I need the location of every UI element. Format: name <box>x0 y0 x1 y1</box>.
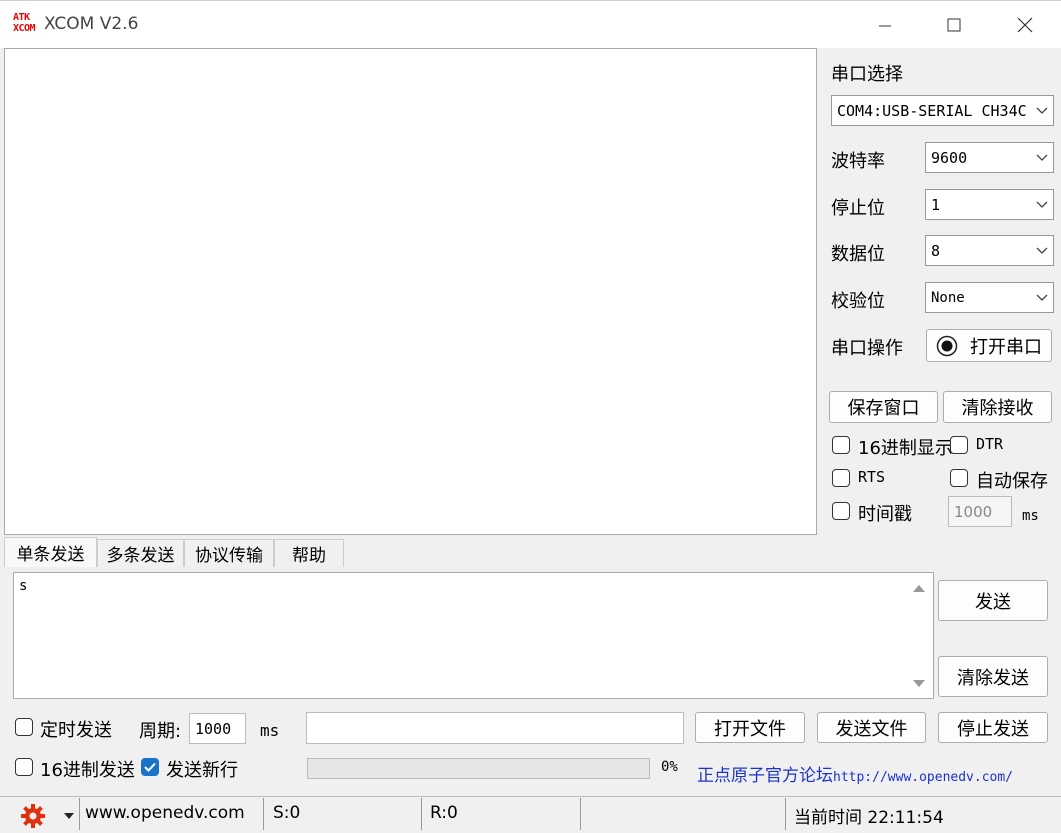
tab-single-send[interactable]: 单条发送 <box>4 537 97 567</box>
send-button[interactable]: 发送 <box>938 580 1048 621</box>
window-title: XCOM V2.6 <box>44 14 139 34</box>
baud-select[interactable]: 9600 <box>925 142 1054 173</box>
chevron-down-icon <box>1031 143 1053 172</box>
status-sent-count: S:0 <box>273 803 301 823</box>
port-select-label: 串口选择 <box>831 64 903 85</box>
rts-checkbox[interactable] <box>832 469 850 487</box>
timestamp-checkbox[interactable] <box>832 502 850 520</box>
timed-send-label: 定时发送 <box>40 720 112 741</box>
tab-multi-send[interactable]: 多条发送 <box>97 539 184 567</box>
baud-label: 波特率 <box>831 151 885 172</box>
receive-area[interactable] <box>4 48 817 535</box>
forum-link-url: http://www.openedv.com/ <box>833 770 1014 785</box>
scroll-up-icon[interactable] <box>912 583 926 593</box>
chevron-down-icon <box>1031 283 1053 312</box>
send-newline-label: 发送新行 <box>166 760 238 781</box>
close-icon <box>1017 17 1033 33</box>
stop-bits-label: 停止位 <box>831 198 885 219</box>
file-path-input[interactable] <box>306 712 684 744</box>
dtr-checkbox[interactable] <box>950 436 968 454</box>
open-file-button[interactable]: 打开文件 <box>695 712 805 743</box>
status-received-count: R:0 <box>430 803 458 823</box>
minimize-icon <box>879 25 891 27</box>
period-input[interactable]: 1000 <box>189 713 246 744</box>
caret-down-icon[interactable] <box>64 813 74 819</box>
data-bits-value: 8 <box>931 241 941 260</box>
data-bits-select[interactable]: 8 <box>925 235 1054 266</box>
hex-display-label: 16进制显示 <box>858 438 953 459</box>
status-current-time: 当前时间 22:11:54 <box>794 808 944 828</box>
forum-link-text: 正点原子官方论坛 <box>697 766 833 786</box>
clear-send-button[interactable]: 清除发送 <box>938 656 1048 697</box>
logo-line2: XCOM <box>13 23 36 34</box>
chevron-down-icon <box>1031 236 1053 265</box>
minimize-button[interactable] <box>862 1 908 49</box>
hex-display-checkbox[interactable] <box>832 436 850 454</box>
gear-icon <box>21 804 45 828</box>
auto-save-label: 自动保存 <box>976 471 1048 492</box>
save-window-button[interactable]: 保存窗口 <box>829 391 938 423</box>
hex-send-label: 16进制发送 <box>40 760 135 781</box>
period-unit: ms <box>260 721 280 740</box>
timestamp-label: 时间戳 <box>858 504 912 525</box>
tab-protocol[interactable]: 协议传输 <box>184 539 274 567</box>
status-divider <box>580 798 581 830</box>
status-divider <box>79 798 80 830</box>
title-bar: ATK XCOM XCOM V2.6 <box>0 0 1061 48</box>
send-text: s <box>19 578 28 594</box>
forum-link[interactable]: 正点原子官方论坛http://www.openedv.com/ <box>697 761 1013 786</box>
clear-receive-button[interactable]: 清除接收 <box>943 391 1052 423</box>
port-select[interactable]: COM4:USB-SERIAL CH34C <box>831 95 1054 126</box>
checkmark-icon <box>144 762 156 772</box>
send-file-button[interactable]: 发送文件 <box>817 712 926 743</box>
maximize-button[interactable] <box>931 1 977 49</box>
timestamp-interval-input[interactable]: 1000 <box>948 496 1012 527</box>
app-logo: ATK XCOM <box>13 12 39 36</box>
open-port-label: 打开串口 <box>970 336 1042 358</box>
stop-bits-select[interactable]: 1 <box>925 189 1054 220</box>
baud-select-value: 9600 <box>931 148 968 167</box>
hex-send-checkbox[interactable] <box>15 758 33 776</box>
status-divider <box>421 798 422 830</box>
settings-menu-button[interactable] <box>20 804 48 828</box>
send-newline-checkbox[interactable] <box>141 758 159 776</box>
stop-bits-value: 1 <box>931 195 941 214</box>
logo-line1: ATK <box>13 12 30 23</box>
close-button[interactable] <box>1002 1 1048 49</box>
send-progress-bar <box>307 758 650 779</box>
chevron-down-icon <box>1031 190 1053 219</box>
radio-dot-icon <box>936 335 958 356</box>
open-port-button[interactable]: 打开串口 <box>926 329 1052 362</box>
status-divider <box>785 798 786 830</box>
scroll-down-icon[interactable] <box>912 679 926 689</box>
auto-save-checkbox[interactable] <box>950 469 968 487</box>
dtr-label: DTR <box>976 435 1004 453</box>
status-website[interactable]: www.openedv.com <box>85 803 245 823</box>
timed-send-checkbox[interactable] <box>15 718 33 736</box>
parity-select[interactable]: None <box>925 282 1054 313</box>
tab-help[interactable]: 帮助 <box>274 539 344 567</box>
progress-percent: 0% <box>661 759 678 775</box>
status-divider <box>263 798 264 830</box>
maximize-icon <box>947 18 961 32</box>
data-bits-label: 数据位 <box>831 244 885 265</box>
parity-value: None <box>931 289 965 306</box>
period-label: 周期: <box>139 721 182 742</box>
timestamp-unit: ms <box>1022 508 1039 524</box>
chevron-down-icon <box>1031 96 1053 125</box>
port-select-value: COM4:USB-SERIAL CH34C <box>837 101 1027 120</box>
rts-label: RTS <box>858 468 886 486</box>
parity-label: 校验位 <box>831 291 885 312</box>
stop-send-button[interactable]: 停止发送 <box>938 712 1048 743</box>
send-text-area[interactable]: s <box>13 572 934 699</box>
port-op-label: 串口操作 <box>831 338 903 359</box>
